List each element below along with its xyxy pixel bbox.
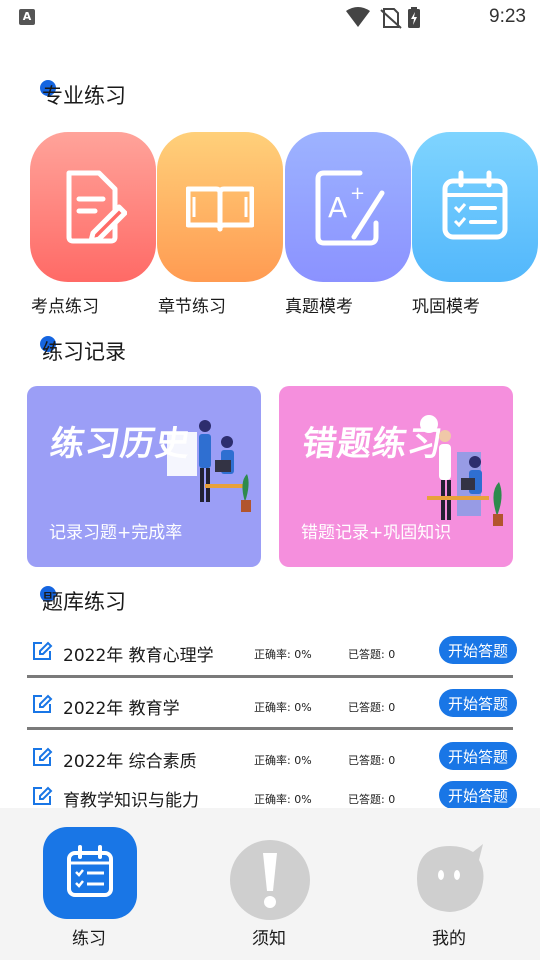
answered-count: 已答题: 0 <box>348 701 396 714</box>
nav-item-practice[interactable] <box>43 827 137 923</box>
calendar-checklist-icon <box>43 827 137 919</box>
section-title: 练习记录 <box>42 340 126 364</box>
svg-text:A: A <box>328 191 347 224</box>
edit-icon <box>33 694 53 713</box>
tile-past-exams[interactable]: A + <box>285 132 411 282</box>
office-people-illustration <box>420 415 503 526</box>
bottom-nav: 练习 须知 我的 <box>0 808 540 960</box>
chat-face-icon <box>417 844 484 912</box>
open-book-icon <box>186 186 254 232</box>
nav-label: 我的 <box>432 929 466 949</box>
divider <box>27 675 513 678</box>
status-bar: A 9:23 <box>0 0 540 36</box>
banner-practice-history[interactable]: 练习历史 记录习题+完成率 <box>27 386 261 567</box>
question-bank-row[interactable]: 2022年 综合素质 正确率: 0% 已答题: 0 开始答题 <box>0 738 540 778</box>
bank-name: 2022年 教育学 <box>63 699 180 719</box>
start-answer-button[interactable]: 开始答题 <box>439 636 517 664</box>
tile-label: 巩固模考 <box>412 297 480 317</box>
banner-subtitle: 记录习题+完成率 <box>49 523 183 543</box>
battery-charging-icon <box>408 7 420 28</box>
exam-a-plus-icon: A + <box>315 170 385 246</box>
tile-exam-points[interactable] <box>30 132 156 282</box>
edit-icon <box>33 641 53 660</box>
calendar-checklist-icon <box>442 170 508 240</box>
tile-consolidate[interactable] <box>412 132 538 282</box>
question-bank-row[interactable]: 2022年 教育心理学 正确率: 0% 已答题: 0 开始答题 <box>0 632 540 672</box>
svg-text:+: + <box>350 183 365 204</box>
wifi-icon <box>346 7 370 27</box>
bank-name: 2022年 教育心理学 <box>63 646 214 666</box>
document-pen-icon <box>66 170 127 244</box>
banner-wrong-questions[interactable]: 错题练习 错题记录+巩固知识 <box>279 386 513 567</box>
bank-name: 2022年 综合素质 <box>63 752 197 772</box>
answered-count: 已答题: 0 <box>348 648 396 661</box>
status-icons <box>346 7 420 29</box>
question-bank-row[interactable]: 2022年 教育学 正确率: 0% 已答题: 0 开始答题 <box>0 685 540 725</box>
office-people-illustration <box>167 420 251 512</box>
divider <box>27 727 513 730</box>
edit-icon <box>33 747 53 766</box>
section-title: 专业练习 <box>42 84 126 108</box>
edit-icon <box>33 786 53 805</box>
banner-subtitle: 错题记录+巩固知识 <box>301 523 452 543</box>
exclamation-icon <box>230 840 310 920</box>
nav-label: 须知 <box>252 929 286 949</box>
answered-count: 已答题: 0 <box>348 754 396 767</box>
nav-item-mine[interactable] <box>415 842 485 918</box>
start-answer-button[interactable]: 开始答题 <box>439 742 517 770</box>
accuracy-text: 正确率: 0% <box>254 754 312 767</box>
no-sim-icon <box>380 8 402 29</box>
tile-label: 章节练习 <box>158 297 226 317</box>
answered-count: 已答题: 0 <box>348 793 396 806</box>
accuracy-text: 正确率: 0% <box>254 701 312 714</box>
section-title: 题库练习 <box>42 590 126 614</box>
tile-label: 考点练习 <box>31 297 99 317</box>
nav-item-notice[interactable] <box>229 839 311 925</box>
tile-chapters[interactable] <box>157 132 283 282</box>
notification-a-icon: A <box>19 9 35 25</box>
tile-label: 真题模考 <box>285 297 353 317</box>
nav-label: 练习 <box>72 929 106 949</box>
accuracy-text: 正确率: 0% <box>254 793 312 806</box>
start-answer-button[interactable]: 开始答题 <box>439 781 517 809</box>
accuracy-text: 正确率: 0% <box>254 648 312 661</box>
start-answer-button[interactable]: 开始答题 <box>439 689 517 717</box>
clock: 9:23 <box>489 6 526 27</box>
